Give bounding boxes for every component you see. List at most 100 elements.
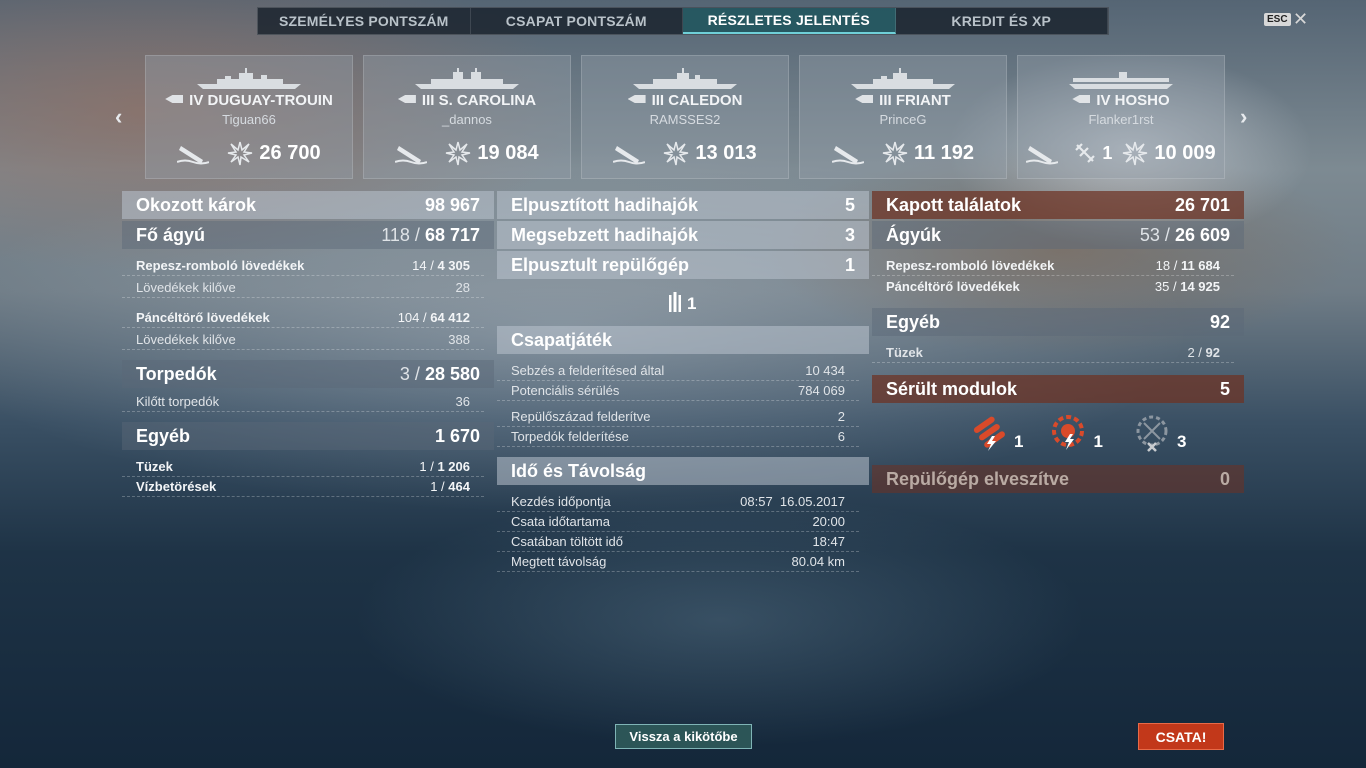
damage: 1 206 xyxy=(437,459,470,474)
tab-detailed-report[interactable]: RÉSZLETES JELENTÉS xyxy=(683,8,896,34)
damage-value: 26 700 xyxy=(259,141,321,164)
sunk-ship-icon xyxy=(177,146,210,165)
other-damage-header: Egyéb 1 670 xyxy=(122,422,494,450)
modules-value: 5 xyxy=(1219,378,1230,399)
damaged-modules-header: Sérült modulok 5 xyxy=(872,375,1244,403)
hits: 14 / xyxy=(412,258,434,273)
ship-silhouette-icon xyxy=(851,68,955,89)
damage-value: 11 192 xyxy=(913,141,975,164)
flooding-row: Vízbetörések 1 / 464 xyxy=(122,478,484,497)
tab-bar: SZEMÉLYES PONTSZÁM CSAPAT PONTSZÁM RÉSZL… xyxy=(257,7,1109,35)
damage-value: 13 013 xyxy=(695,141,757,164)
row-value: 3 xyxy=(844,224,855,245)
module-count: 3 xyxy=(1176,432,1187,451)
battle-button[interactable]: CSATA! xyxy=(1138,723,1224,750)
ship-silhouette-icon xyxy=(633,68,737,89)
section-title: Csapatjáték xyxy=(511,329,613,350)
engine-damaged-icon xyxy=(1052,415,1085,450)
torpedoes-spotted-row: Torpedók felderítése 6 xyxy=(497,428,859,447)
fighter-plane-icon xyxy=(669,292,681,312)
hits: 2 / xyxy=(1187,345,1202,360)
row-label: Megsebzett hadihajók xyxy=(511,224,699,245)
row-value: 08:57 16.05.2017 xyxy=(740,494,845,509)
he-fired-row: Lövedékek kilőve 28 xyxy=(122,279,484,298)
damage-dealt-header: Okozott károk 98 967 xyxy=(122,191,494,219)
row-label: Repesz-romboló lövedékek xyxy=(886,258,1055,273)
ship-silhouette-icon xyxy=(197,68,301,89)
battleship-class-icon xyxy=(397,95,416,103)
row-value: 2 xyxy=(837,409,845,424)
row-label: Tüzek xyxy=(886,345,923,360)
row-label: Vízbetörések xyxy=(136,479,217,494)
cruiser-class-icon xyxy=(165,95,184,103)
fires-row: Tüzek 1 / 1 206 xyxy=(122,458,484,477)
row-label: Elpusztított hadihajók xyxy=(511,194,698,215)
damage: 11 684 xyxy=(1180,258,1220,273)
teamplay-header: Csapatjáték xyxy=(497,326,869,354)
damage-value: 10 009 xyxy=(1154,141,1216,164)
section-title: Idő és Távolság xyxy=(511,460,647,481)
planes-destroyed-count: 1 xyxy=(1102,142,1113,163)
planes-destroyed-header: Elpusztult repülőgép 1 xyxy=(497,251,869,279)
player-name: _dannos xyxy=(442,112,492,127)
aa-destroyed-icon xyxy=(1136,415,1168,452)
damage: 14 925 xyxy=(1180,279,1220,294)
planes-destroyed-detail: 1 xyxy=(667,292,696,314)
damage-explosion-icon xyxy=(228,141,253,166)
row-value: 18:47 xyxy=(812,534,845,549)
row-label: Csata időtartama xyxy=(511,514,610,529)
row-label: Kilőtt torpedók xyxy=(136,394,220,409)
back-to-port-button[interactable]: Vissza a kikötőbe xyxy=(615,724,752,749)
received-value: 26 701 xyxy=(1174,194,1230,215)
next-arrow-icon[interactable]: › xyxy=(1240,104,1247,130)
prev-arrow-icon[interactable]: ‹ xyxy=(115,104,122,130)
he-shells-row: Repesz-romboló lövedékek 14 / 4 305 xyxy=(122,257,484,276)
row-label: Potenciális sérülés xyxy=(511,383,620,398)
hits: 3 / xyxy=(399,363,420,384)
row-value: 1 / 1 206 xyxy=(419,459,470,474)
hits: 35 / xyxy=(1154,279,1177,294)
row-value: 10 434 xyxy=(805,363,845,378)
ship-name: III FRIANT xyxy=(879,92,951,109)
plane-count: 1 xyxy=(687,294,697,313)
ships-destroyed-header: Elpusztított hadihajók 5 xyxy=(497,191,869,219)
section-title: Sérült modulok xyxy=(886,378,1018,399)
row-label: Repesz-romboló lövedékek xyxy=(136,258,305,273)
hits-received-header: Kapott találatok 26 701 xyxy=(872,191,1244,219)
torpedoes-header: Torpedók 3 / 28 580 xyxy=(122,360,494,388)
damage-explosion-icon xyxy=(882,141,908,166)
damage: 26 609 xyxy=(1174,224,1230,245)
plane-shot-down-icon xyxy=(1075,143,1096,163)
tab-credits-xp[interactable]: KREDIT ÉS XP xyxy=(896,8,1108,34)
damage-value: 19 084 xyxy=(477,141,539,164)
tab-personal-score[interactable]: SZEMÉLYES PONTSZÁM xyxy=(258,8,471,34)
row-value: 80.04 km xyxy=(791,554,845,569)
other-label: Egyéb xyxy=(886,311,941,332)
close-icon[interactable]: ✕ xyxy=(1293,9,1308,30)
row-value: 20:00 xyxy=(812,514,845,529)
section-title: Repülőgép elveszítve xyxy=(886,468,1070,489)
row-label: Lövedékek kilőve xyxy=(136,332,236,347)
start-time-row: Kezdés időpontja 08:57 16.05.2017 xyxy=(497,493,859,512)
squadrons-spotted-row: Repülőszázad felderítve 2 xyxy=(497,408,859,427)
ap-received-row: Páncéltörő lövedékek 35 / 14 925 xyxy=(872,277,1234,296)
ships-damaged-header: Megsebzett hadihajók 3 xyxy=(497,221,869,249)
ship-card[interactable]: III FRIANT PrinceG 11 192 xyxy=(799,55,1007,179)
tab-team-score[interactable]: CSAPAT PONTSZÁM xyxy=(471,8,683,34)
player-name: Tiguan66 xyxy=(222,112,276,127)
ship-card[interactable]: IV DUGUAY-TROUIN Tiguan66 26 700 xyxy=(145,55,353,179)
carrier-class-icon xyxy=(1072,95,1091,103)
ship-card[interactable]: III CALEDON RAMSSES2 13 013 xyxy=(581,55,789,179)
ship-card[interactable]: IV HOSHO Flanker1rst 1 10 009 xyxy=(1017,55,1225,179)
row-label: Elpusztult repülőgép xyxy=(511,254,689,275)
guns-value: 53 / 26 609 xyxy=(1140,225,1230,246)
ship-card[interactable]: III S. CAROLINA _dannos 19 084 xyxy=(363,55,571,179)
damage: 68 717 xyxy=(424,224,480,245)
row-value: 388 xyxy=(448,332,470,347)
row-label: Páncéltörő lövedékek xyxy=(886,279,1020,294)
row-value: 1 xyxy=(844,254,855,275)
planes-lost-value: 0 xyxy=(1219,468,1230,489)
esc-key-hint: ESC xyxy=(1264,13,1291,26)
hits: 18 / xyxy=(1155,258,1178,273)
other-received-header: Egyéb 92 xyxy=(872,308,1244,336)
